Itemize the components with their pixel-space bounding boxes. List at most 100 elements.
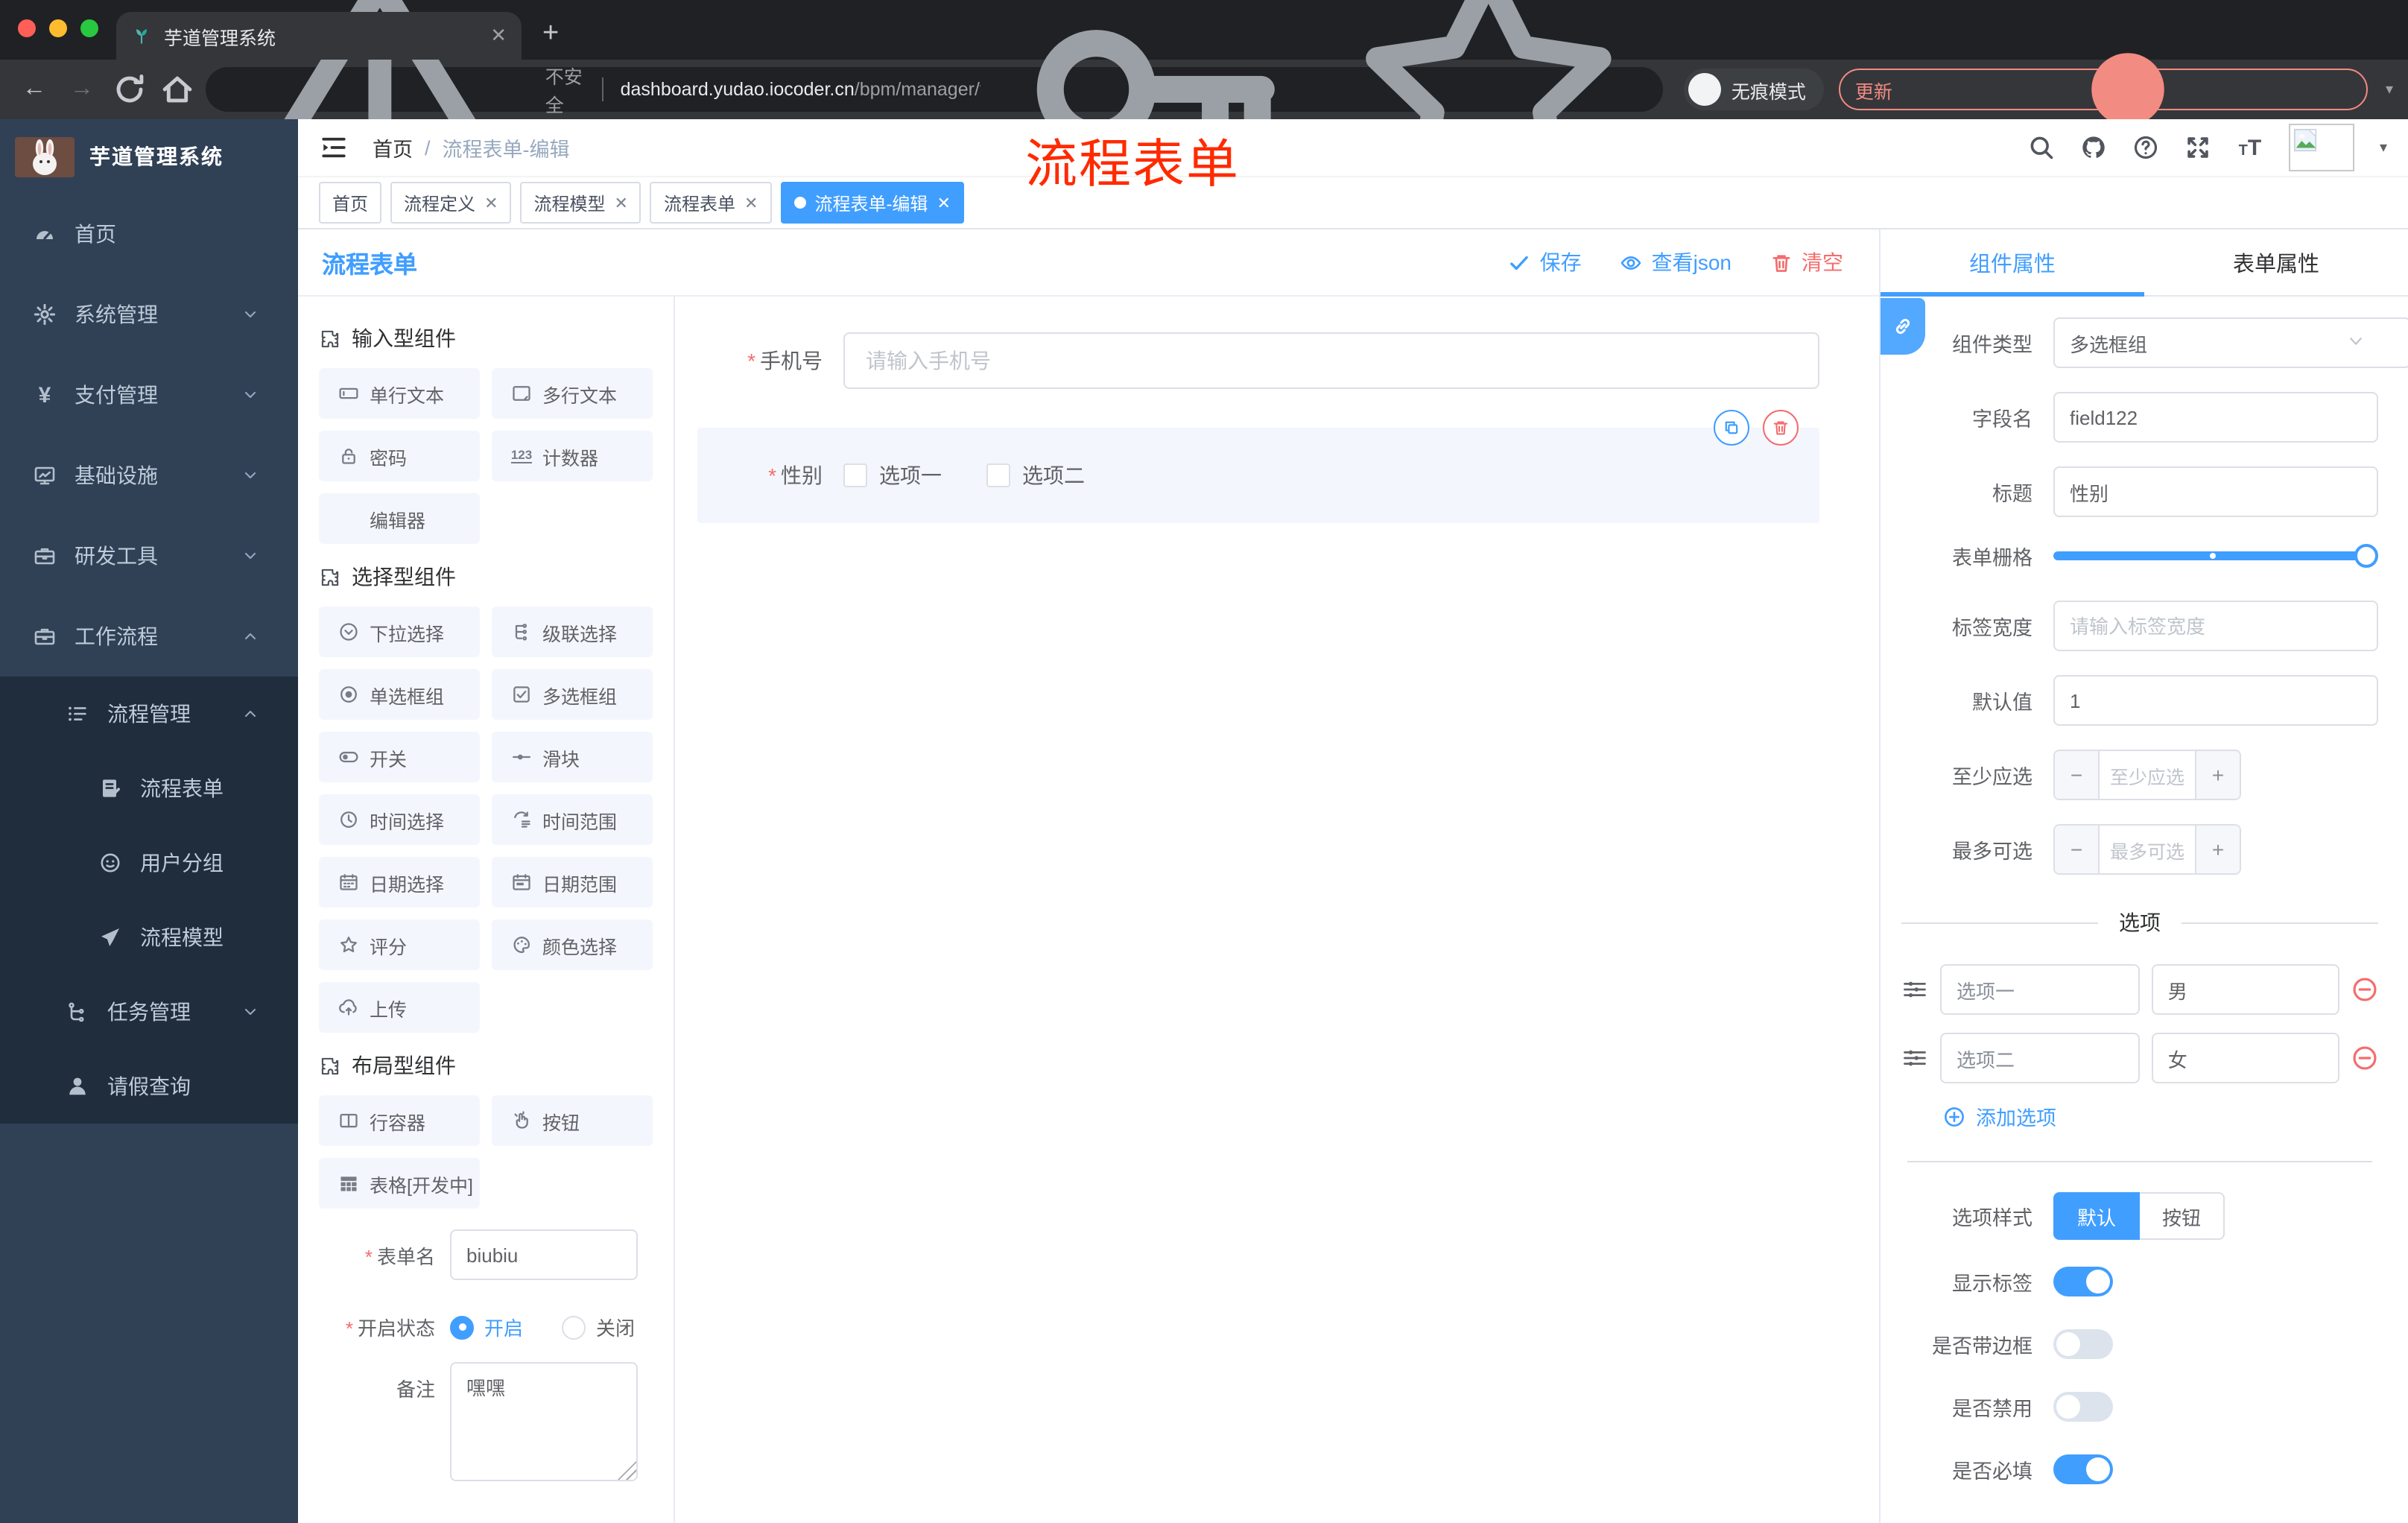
toggle-switch[interactable] — [2053, 1329, 2113, 1359]
browser-tab[interactable]: 芋道管理系统 ✕ — [116, 12, 522, 60]
min-select-placeholder[interactable]: 至少应选 — [2100, 751, 2195, 799]
hamburger-icon[interactable] — [319, 133, 349, 162]
palette-item-按钮[interactable]: 按钮 — [492, 1095, 653, 1146]
option-label-input[interactable] — [1940, 1033, 2140, 1083]
palette-item-编辑器[interactable]: 编辑器 — [319, 493, 480, 544]
delete-component-button[interactable] — [1763, 410, 1799, 446]
address-bar[interactable]: 不安全 dashboard.yudao.iocoder.cn/bpm/manag… — [206, 0, 1663, 201]
option-value-input[interactable] — [2151, 964, 2339, 1015]
search-icon[interactable] — [2028, 134, 2055, 161]
toggle-switch[interactable] — [2053, 1267, 2113, 1296]
palette-item-级联选择[interactable]: 级联选择 — [492, 607, 653, 657]
phone-input[interactable] — [843, 332, 1819, 389]
sidebar-item-工作流程[interactable]: 工作流程 — [0, 596, 298, 677]
checkbox-box[interactable] — [986, 463, 1010, 487]
maximize-window-button[interactable] — [80, 19, 98, 37]
component-type-select[interactable] — [2053, 317, 2408, 368]
palette-item-表格[开发中][interactable]: 表格[开发中] — [319, 1158, 480, 1209]
checkbox-box[interactable] — [843, 463, 867, 487]
github-icon[interactable] — [2080, 134, 2107, 161]
tag-流程表单[interactable]: 流程表单 ✕ — [650, 182, 772, 224]
palette-item-时间选择[interactable]: 时间选择 — [319, 794, 480, 845]
palette-item-评分[interactable]: 评分 — [319, 919, 480, 970]
sidebar-item-首页[interactable]: 首页 — [0, 194, 298, 274]
form-name-input[interactable] — [450, 1229, 638, 1280]
palette-item-上传[interactable]: 上传 — [319, 982, 480, 1033]
option-value-input[interactable] — [2151, 1033, 2339, 1083]
palette-item-单行文本[interactable]: 单行文本 — [319, 368, 480, 419]
label-width-input[interactable] — [2053, 601, 2378, 651]
sidebar-item-流程表单[interactable]: 流程表单 — [0, 751, 298, 826]
tag-close-icon[interactable]: ✕ — [937, 193, 950, 212]
palette-item-日期选择[interactable]: 日期选择 — [319, 857, 480, 908]
window-controls[interactable] — [18, 19, 98, 37]
gender-option-选项一[interactable]: 选项一 — [843, 460, 942, 490]
status-off-radio[interactable]: 关闭 — [562, 1313, 635, 1341]
palette-item-时间范围[interactable]: 时间范围 — [492, 794, 653, 845]
palette-item-计数器[interactable]: 123 计数器 — [492, 431, 653, 481]
tag-close-icon[interactable]: ✕ — [744, 193, 758, 212]
tag-close-icon[interactable]: ✕ — [615, 193, 628, 212]
new-tab-button[interactable]: + — [542, 18, 559, 51]
sidebar-item-研发工具[interactable]: 研发工具 — [0, 516, 298, 596]
default-value-input[interactable] — [2053, 675, 2378, 726]
copy-component-button[interactable] — [1714, 410, 1749, 446]
add-option-button[interactable]: 添加选项 — [1943, 1101, 2378, 1131]
tag-流程表单-编辑[interactable]: 流程表单-编辑 ✕ — [780, 182, 964, 224]
minimize-window-button[interactable] — [49, 19, 67, 37]
remove-option-button[interactable] — [2351, 976, 2378, 1003]
stepper-increase-button[interactable]: + — [2195, 826, 2240, 873]
remove-option-button[interactable] — [2351, 1045, 2378, 1071]
view-json-button[interactable]: 查看json — [1620, 247, 1731, 277]
title-input[interactable] — [2053, 466, 2378, 517]
palette-item-多选框组[interactable]: 多选框组 — [492, 669, 653, 720]
status-on-radio[interactable]: 开启 — [450, 1313, 523, 1341]
palette-item-多行文本[interactable]: 多行文本 — [492, 368, 653, 419]
save-button[interactable]: 保存 — [1509, 247, 1582, 277]
toggle-switch[interactable] — [2053, 1454, 2113, 1484]
sidebar-item-请假查询[interactable]: 请假查询 — [0, 1049, 298, 1124]
palette-item-单选框组[interactable]: 单选框组 — [319, 669, 480, 720]
palette-item-滑块[interactable]: 滑块 — [492, 732, 653, 782]
chrome-caret-down-icon[interactable]: ▾ — [2386, 81, 2393, 98]
stepper-increase-button[interactable]: + — [2195, 751, 2240, 799]
sidebar-item-任务管理[interactable]: 任务管理 — [0, 975, 298, 1049]
avatar[interactable] — [2288, 124, 2354, 171]
forward-icon[interactable]: → — [63, 70, 101, 109]
tab-component-props[interactable]: 组件属性 — [1881, 229, 2144, 295]
tag-首页[interactable]: 首页 — [319, 182, 382, 224]
fullscreen-icon[interactable] — [2184, 134, 2211, 161]
sidebar-item-流程管理[interactable]: 流程管理 — [0, 677, 298, 751]
tab-form-props[interactable]: 表单属性 — [2144, 229, 2408, 295]
tag-close-icon[interactable]: ✕ — [484, 193, 498, 212]
avatar-caret-down-icon[interactable]: ▾ — [2380, 139, 2387, 156]
option-label-input[interactable] — [1940, 964, 2140, 1015]
form-remark-textarea[interactable]: 嘿嘿 — [450, 1362, 638, 1481]
stepper-decrease-button[interactable]: − — [2055, 751, 2100, 799]
close-window-button[interactable] — [18, 19, 36, 37]
phone-field-row[interactable]: 手机号 — [697, 332, 1849, 389]
sidebar-item-基础设施[interactable]: 基础设施 — [0, 435, 298, 516]
update-browser-button[interactable]: 更新 — [1838, 53, 2368, 260]
palette-item-开关[interactable]: 开关 — [319, 732, 480, 782]
slider-handle[interactable] — [2354, 544, 2378, 568]
tag-流程模型[interactable]: 流程模型 ✕ — [520, 182, 641, 224]
grid-slider[interactable] — [2053, 544, 2378, 568]
gender-option-选项二[interactable]: 选项二 — [986, 460, 1085, 490]
option-style-default-button[interactable]: 默认 — [2053, 1192, 2141, 1240]
selected-component-gender[interactable]: 性别 选项一 选项二 — [697, 410, 1819, 523]
tab-close-icon[interactable]: ✕ — [490, 24, 507, 48]
breadcrumb-home[interactable]: 首页 — [373, 133, 413, 162]
palette-item-颜色选择[interactable]: 颜色选择 — [492, 919, 653, 970]
palette-item-日期范围[interactable]: 日期范围 — [492, 857, 653, 908]
palette-item-密码[interactable]: 密码 — [319, 431, 480, 481]
option-style-button-button[interactable]: 按钮 — [2140, 1192, 2225, 1240]
sidebar-item-流程模型[interactable]: 流程模型 — [0, 900, 298, 975]
tag-流程定义[interactable]: 流程定义 ✕ — [390, 182, 512, 224]
help-icon[interactable] — [2132, 134, 2159, 161]
sidebar-item-用户分组[interactable]: 用户分组 — [0, 826, 298, 900]
stepper-decrease-button[interactable]: − — [2055, 826, 2100, 873]
reload-icon[interactable] — [110, 70, 149, 109]
sidebar-item-支付管理[interactable]: ¥ 支付管理 — [0, 355, 298, 435]
link-tag-button[interactable] — [1881, 298, 1925, 355]
